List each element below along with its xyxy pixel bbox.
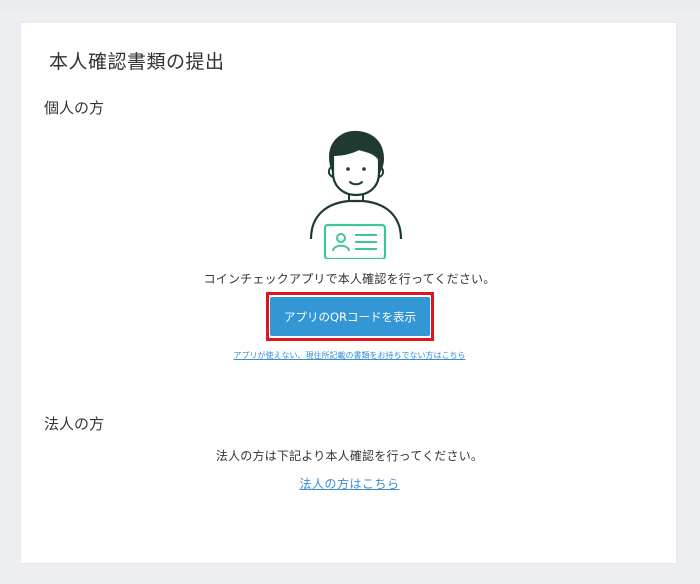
page-title: 本人確認書類の提出 xyxy=(49,51,225,73)
top-strip xyxy=(0,0,700,10)
no-app-link[interactable]: アプリが使えない、現住所記載の書類をお持ちでない方はこちら xyxy=(21,350,678,361)
corporate-section-heading: 法人の方 xyxy=(44,415,105,433)
submission-card: 本人確認書類の提出 個人の方 コインチェックアプリで本人確認を行ってください。 … xyxy=(20,22,677,564)
individual-instruction: コインチェックアプリで本人確認を行ってください。 xyxy=(203,272,496,286)
person-with-id-card-icon xyxy=(309,130,403,259)
show-qr-code-button[interactable]: アプリのQRコードを表示 xyxy=(270,297,430,336)
individual-section-heading: 個人の方 xyxy=(44,99,105,117)
corporate-link[interactable]: 法人の方はこちら xyxy=(21,475,678,492)
bottom-strip xyxy=(0,565,700,584)
corporate-instruction: 法人の方は下記より本人確認を行ってください。 xyxy=(215,449,484,463)
